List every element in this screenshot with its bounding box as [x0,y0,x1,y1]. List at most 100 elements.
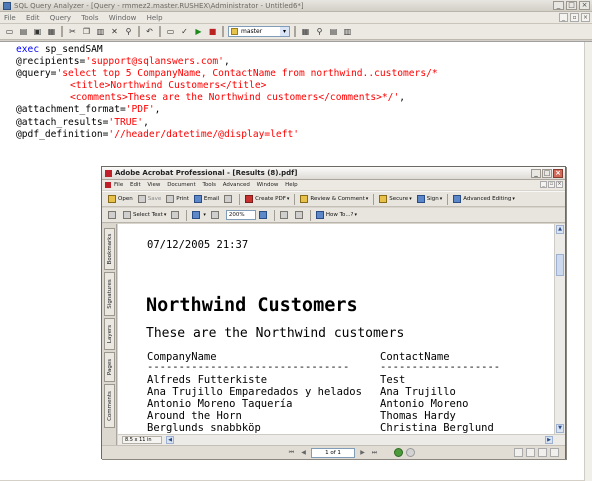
previous-view-icon[interactable] [394,448,403,457]
show-results-pane-icon[interactable]: ▥ [342,26,353,37]
page-layout-controls [514,448,559,457]
save-icon[interactable]: ▣ [32,26,43,37]
single-page-icon[interactable] [514,448,523,457]
scroll-up-arrow-icon[interactable]: ▲ [556,225,564,234]
editor-scrollbar[interactable] [584,42,592,481]
maximize-button[interactable]: □ [566,1,577,10]
last-page-icon[interactable]: ⏭ [370,449,379,458]
how-to-button[interactable]: How To...? ▾ [315,211,357,219]
menu-help[interactable]: Help [147,14,163,22]
chevron-down-icon[interactable]: ▾ [280,27,289,36]
acrobat-minimize-button[interactable]: _ [531,169,541,178]
continuous-facing-icon[interactable] [550,448,559,457]
new-query-icon[interactable]: ▭ [4,26,15,37]
print-button[interactable]: Print [166,195,189,203]
next-page-icon[interactable]: ▶ [358,449,367,458]
insert-template-icon[interactable]: ▦ [46,26,57,37]
acrobat-view-toolbar: Select Text ▾ ▾ 200% How To...? ▾ [102,208,565,223]
first-page-icon[interactable]: ⏮ [287,449,296,458]
fit-page-button[interactable] [294,211,305,219]
select-text-button[interactable]: Select Text ▾ [123,211,166,219]
scroll-thumb[interactable] [556,254,564,276]
acrobat-menu-window[interactable]: Window [257,182,279,188]
chevron-down-icon: ▾ [512,196,515,202]
menu-window[interactable]: Window [109,14,137,22]
object-browser-icon[interactable]: ▦ [300,26,311,37]
review-comment-button[interactable]: Review & Comment ▾ [300,195,368,203]
close-button[interactable]: × [579,1,590,10]
zoom-in-button[interactable] [258,211,269,219]
menu-edit[interactable]: Edit [26,14,40,22]
doc-minimize-button[interactable]: _ [540,181,547,188]
find-icon[interactable]: ⚲ [123,26,134,37]
execute-icon[interactable]: ▶ [193,26,204,37]
menu-query[interactable]: Query [50,14,71,22]
parse-icon[interactable]: ✓ [179,26,190,37]
row-contact: Thomas Hardy [380,410,456,422]
acrobat-menu-help[interactable]: Help [285,182,298,188]
doc-restore-button[interactable]: ▫ [548,181,555,188]
create-pdf-button[interactable]: Create PDF ▾ [245,195,289,203]
cut-icon[interactable]: ✂ [67,26,78,37]
doc-close-button[interactable]: × [556,181,563,188]
zoom-out-button[interactable] [210,211,221,219]
minimize-button[interactable]: _ [553,1,564,10]
mdi-close-button[interactable]: × [581,13,590,22]
paste-icon[interactable]: ▥ [95,26,106,37]
zoom-level-input[interactable]: 200% [225,210,256,220]
previous-page-icon[interactable]: ◀ [299,449,308,458]
email-button[interactable]: Email [193,195,219,203]
cancel-query-icon[interactable]: ■ [207,26,218,37]
document-scrollbar[interactable]: ▲ ▼ [554,224,565,434]
document-page[interactable]: 07/12/2005 21:37 Northwind Customers The… [118,224,554,434]
advanced-editing-button[interactable]: Advanced Editing ▾ [453,195,515,203]
mdi-restore-button[interactable]: ▫ [570,13,579,22]
nav-tab-signatures[interactable]: Signatures [104,272,115,316]
nav-tab-comments[interactable]: Comments [104,384,115,428]
acrobat-menu-document[interactable]: Document [167,182,196,188]
acrobat-menu-file[interactable]: File [114,182,123,188]
continuous-icon[interactable] [526,448,535,457]
database-select[interactable]: master ▾ [228,26,290,37]
menu-file[interactable]: File [4,14,16,22]
acrobat-menu-view[interactable]: View [147,182,160,188]
acrobat-maximize-button[interactable]: □ [542,169,552,178]
nav-tab-layers[interactable]: Layers [104,318,115,350]
open-button[interactable]: Open [108,195,133,203]
clear-window-icon[interactable]: ✕ [109,26,120,37]
scroll-down-arrow-icon[interactable]: ▼ [556,424,564,433]
header-rule: -------------------------------- [147,361,350,373]
rotate-button[interactable] [279,211,290,219]
results-mode-icon[interactable]: ▭ [165,26,176,37]
search-button[interactable] [224,195,234,203]
sign-button[interactable]: Sign ▾ [416,195,442,203]
scroll-right-arrow-icon[interactable]: ▶ [545,436,553,444]
undo-icon[interactable]: ↶ [144,26,155,37]
acrobat-menu-edit[interactable]: Edit [130,182,141,188]
copy-icon[interactable]: ❐ [81,26,92,37]
zoom-tool-button[interactable]: ▾ [192,211,206,219]
object-search-icon[interactable]: ⚲ [314,26,325,37]
scroll-left-arrow-icon[interactable]: ◀ [166,436,174,444]
secure-button[interactable]: Secure ▾ [379,195,412,203]
next-view-icon[interactable] [406,448,415,457]
snapshot-button[interactable] [171,211,181,219]
mdi-minimize-button[interactable]: _ [559,13,568,22]
menu-bar: File Edit Query Tools Window Help _ ▫ × [0,12,592,24]
save-button[interactable]: Save [137,195,161,203]
comment-icon [300,195,309,203]
horizontal-scrollbar[interactable]: 8.5 x 11 in ◀ ▶ [118,434,565,445]
acrobat-menu-tools[interactable]: Tools [202,182,216,188]
open-icon[interactable]: ▤ [18,26,29,37]
acrobat-menu-advanced[interactable]: Advanced [223,182,250,188]
hand-tool-button[interactable] [108,211,118,219]
acrobat-window[interactable]: Adobe Acrobat Professional - [Results (8… [101,166,566,459]
facing-icon[interactable] [538,448,547,457]
menu-tools[interactable]: Tools [81,14,98,22]
page-number-input[interactable]: 1 of 1 [311,448,355,458]
nav-tab-bookmarks[interactable]: Bookmarks [104,228,115,270]
nav-tab-pages[interactable]: Pages [104,352,115,382]
sql-code[interactable]: exec sp_sendSAM @recipients='support@sqla… [16,44,438,141]
current-connection-icon[interactable]: ▤ [328,26,339,37]
acrobat-close-button[interactable]: × [553,169,563,178]
